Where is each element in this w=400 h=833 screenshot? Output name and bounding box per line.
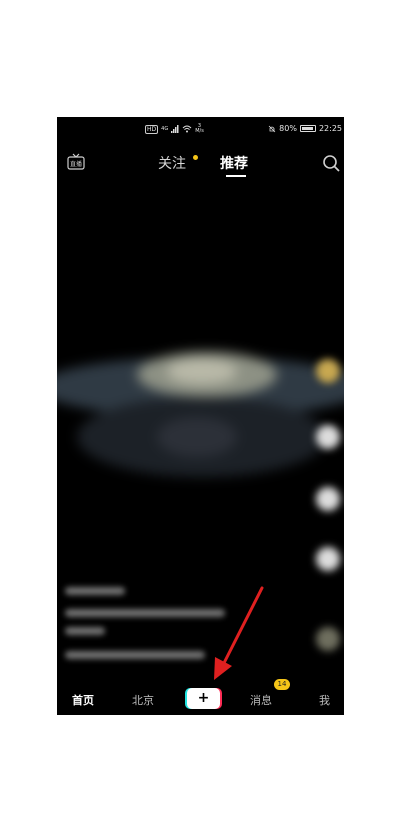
top-nav: 直播 关注 推荐 xyxy=(57,149,344,181)
live-button[interactable]: 直播 xyxy=(66,152,86,172)
clock: 22:25 xyxy=(318,124,342,133)
new-content-dot xyxy=(193,155,198,160)
video-content[interactable] xyxy=(57,337,344,517)
signal-icon xyxy=(171,125,179,133)
music-ticker[interactable] xyxy=(65,651,205,659)
speed-unit: M/s xyxy=(195,128,204,134)
active-tab-indicator xyxy=(226,175,246,177)
caption-line-1 xyxy=(65,609,225,617)
nav-messages[interactable]: 消息 xyxy=(250,692,272,708)
tab-follow[interactable]: 关注 xyxy=(158,153,186,173)
like-icon[interactable] xyxy=(316,425,340,449)
share-icon[interactable] xyxy=(316,547,340,571)
comment-icon[interactable] xyxy=(316,487,340,511)
bottom-nav: 首页 北京 + 14 消息 我 xyxy=(57,679,344,715)
live-icon-label: 直播 xyxy=(70,160,82,168)
nav-me[interactable]: 我 xyxy=(319,692,330,708)
status-left: HD 4G 3 M/s xyxy=(145,124,204,134)
caption-line-2 xyxy=(65,627,105,635)
live-tv-icon: 直播 xyxy=(67,153,85,170)
wifi-icon xyxy=(182,125,192,133)
network-label: 4G xyxy=(161,126,169,132)
search-button[interactable] xyxy=(321,153,341,173)
avatar-icon[interactable] xyxy=(316,359,340,383)
status-right: 80% 22:25 xyxy=(268,124,342,133)
author-name[interactable] xyxy=(65,587,125,595)
status-bar: HD 4G 3 M/s 80% 22:25 xyxy=(57,117,344,143)
mute-bell-icon xyxy=(268,125,276,132)
nav-home[interactable]: 首页 xyxy=(72,692,94,708)
tab-recommend[interactable]: 推荐 xyxy=(220,153,248,173)
search-icon xyxy=(323,155,340,172)
network-speed: 3 M/s xyxy=(195,124,204,134)
battery-percent: 80% xyxy=(279,124,297,133)
battery-icon xyxy=(299,125,316,132)
nav-local-beijing[interactable]: 北京 xyxy=(132,692,154,708)
create-video-button[interactable]: + xyxy=(187,688,220,709)
music-disc-icon[interactable] xyxy=(316,627,340,651)
hd-badge: HD xyxy=(145,124,159,134)
phone-screen: HD 4G 3 M/s 80% 22:25 直播 关注 推荐 首页 北京 + 1… xyxy=(57,117,344,715)
message-count-badge: 14 xyxy=(274,679,290,690)
